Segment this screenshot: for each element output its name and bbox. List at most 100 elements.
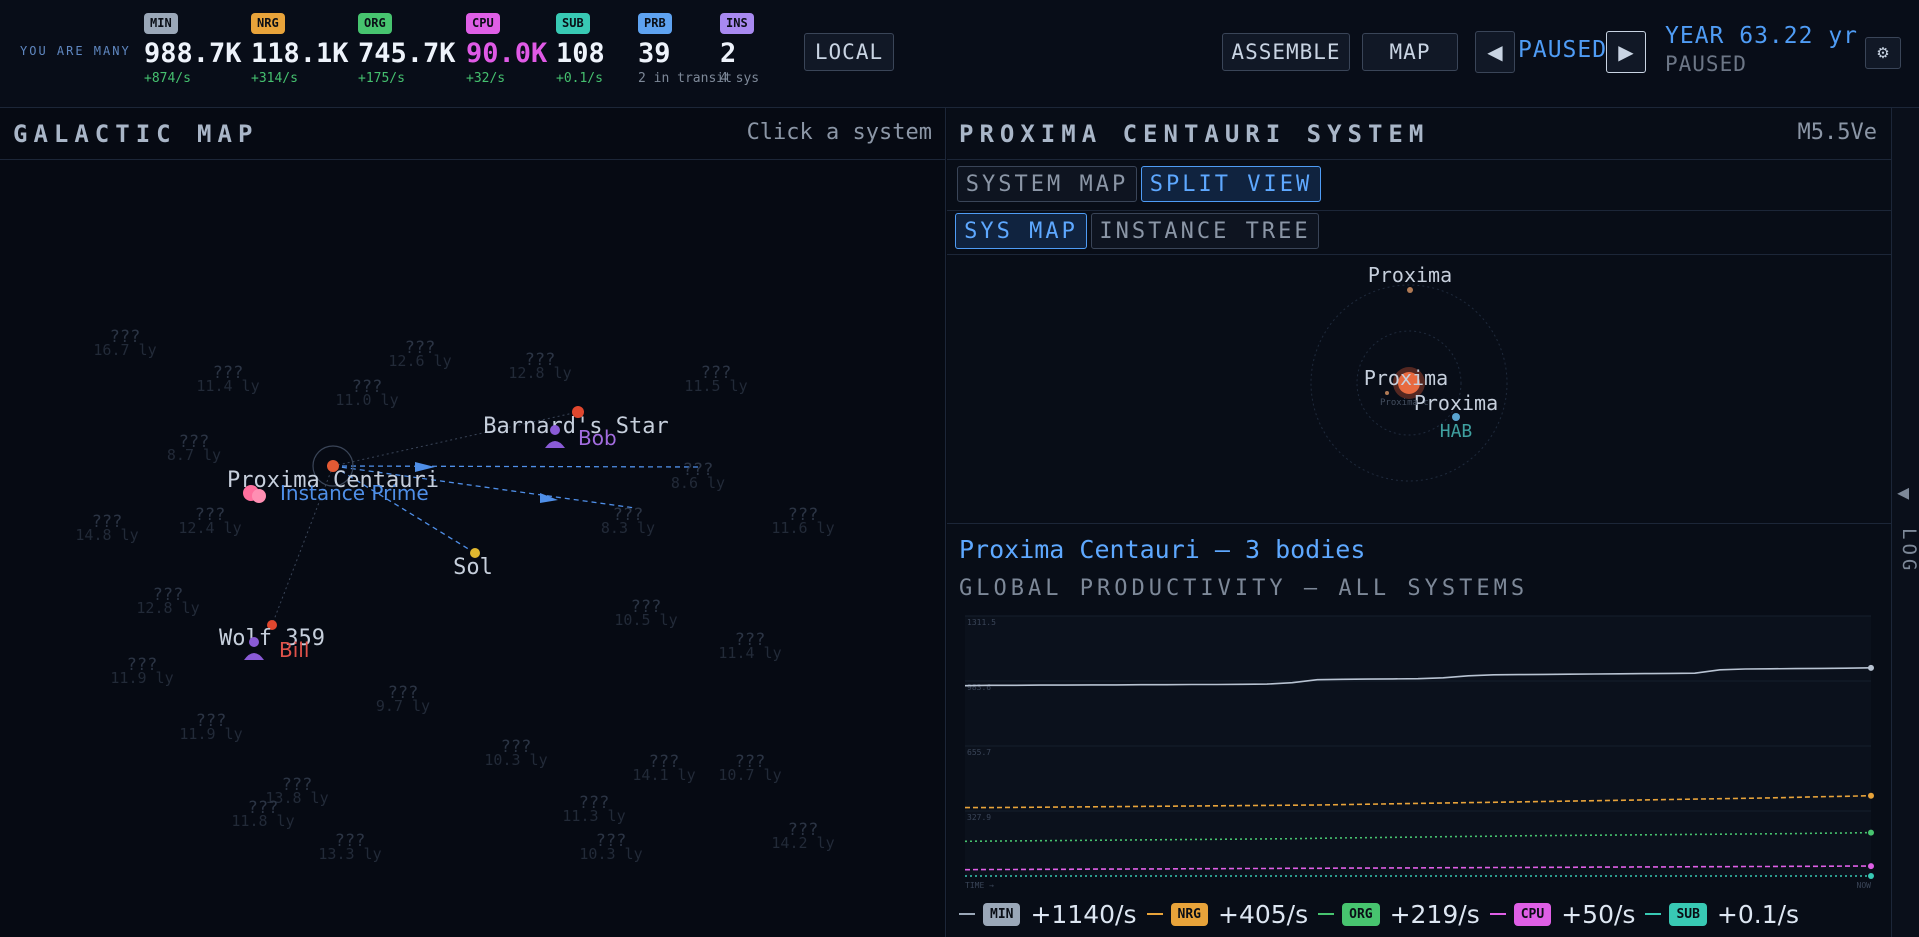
spectral-class: M5.5Ve [1797,120,1877,145]
occupant-label: Bill [279,638,309,662]
planet-icon[interactable] [1407,287,1413,293]
legend-value: +1140/s [1030,899,1137,929]
tab-sys-map[interactable]: SYS MAP [955,213,1087,249]
unknown-system[interactable]: ???11.5 ly [684,363,747,395]
unknown-system[interactable]: ???10.5 ly [614,597,677,629]
galactic-map-title: GALACTIC MAP [13,120,259,148]
unknown-system[interactable]: ???14.1 ly [632,752,695,784]
unknown-system[interactable]: ???10.7 ly [718,752,781,784]
legend-swatch [959,913,975,915]
svg-text:12.8 ly: 12.8 ly [508,364,571,382]
system-label: Barnard's Star [483,414,668,439]
x-axis-label: TIME → [965,881,994,890]
unknown-system[interactable]: ???11.4 ly [196,363,259,395]
series-endpoint-nrg [1868,792,1874,799]
productivity-legend: MIN +1140/s NRG +405/s ORG +219/s CPU +5… [959,896,1809,932]
system-proxima-centauri[interactable]: Proxima Centauri Instance Prime [227,445,439,505]
unknown-system[interactable]: ???8.6 ly [671,460,725,492]
body-label: Proxima [1364,366,1448,390]
tab-split-view[interactable]: SPLIT VIEW [1141,166,1321,202]
unknown-system[interactable]: ???11.9 ly [110,655,173,687]
svg-text:11.3 ly: 11.3 ly [562,807,625,825]
unknown-system[interactable]: ???11.0 ly [335,377,398,409]
series-endpoint-min [1868,664,1874,671]
unknown-system[interactable]: ???12.8 ly [136,585,199,617]
resource-min: MIN 988.7K +874/s [144,12,252,86]
svg-text:8.7 ly: 8.7 ly [167,446,221,464]
series-endpoint-org [1868,829,1874,836]
system-barnards-star[interactable]: Barnard's Star Bob [483,406,669,450]
y-tick-label: 655.7 [967,748,991,757]
unknown-system[interactable]: ???8.7 ly [167,432,221,464]
expand-left-icon[interactable]: ◀ [1897,480,1909,504]
sim-status: PAUSED [1518,37,1608,63]
svg-text:12.4 ly: 12.4 ly [178,519,241,537]
system-wolf-359[interactable]: Wolf 359 Bill [219,620,325,662]
unknown-system[interactable]: ???11.4 ly [718,630,781,662]
unknown-system[interactable]: ???11.3 ly [562,793,625,825]
step-back-icon[interactable]: ◀ [1475,31,1515,73]
y-tick-label: 1311.5 [967,618,996,627]
svg-text:14.1 ly: 14.1 ly [632,766,695,784]
galactic-map-canvas[interactable]: ???16.7 ly ???12.6 ly ???12.8 ly ???11.4… [0,160,946,937]
svg-text:10.5 ly: 10.5 ly [614,611,677,629]
resource-rate: +175/s [358,71,405,86]
legend-badge: NRG [1170,902,1208,926]
year-readout: YEAR 63.22 yr [1665,23,1859,49]
svg-text:11.9 ly: 11.9 ly [110,669,173,687]
unknown-system[interactable]: ???11.6 ly [771,505,834,537]
unknown-system[interactable]: ???12.8 ly [508,350,571,382]
tab-system-map[interactable]: SYSTEM MAP [957,166,1137,202]
svg-text:14.2 ly: 14.2 ly [771,834,834,852]
svg-text:11.8 ly: 11.8 ly [231,812,294,830]
system-title: PROXIMA CENTAURI SYSTEM [959,120,1430,148]
assemble-button[interactable]: ASSEMBLE [1222,33,1350,71]
divider [947,210,1891,211]
unknown-system[interactable]: ???12.4 ly [178,505,241,537]
unknown-system[interactable]: ???8.3 ly [601,505,655,537]
map-button[interactable]: MAP [1362,33,1458,71]
local-button[interactable]: LOCAL [804,33,894,71]
legend-badge: ORG [1342,902,1380,926]
unknown-system[interactable]: ???9.7 ly [376,683,430,715]
unknown-system[interactable]: ???14.8 ly [75,512,138,544]
galactic-map-panel: GALACTIC MAP Click a system ??? 16.7 ly ?… [0,108,946,937]
unknown-system[interactable]: ???14.2 ly [771,820,834,852]
legend-value: +405/s [1218,899,1309,929]
legend-swatch [1489,913,1506,915]
x-axis-end-label: NOW [1857,881,1872,890]
svg-text:11.6 ly: 11.6 ly [771,519,834,537]
svg-text:8.6 ly: 8.6 ly [671,474,725,492]
svg-text:11.9 ly: 11.9 ly [179,725,242,743]
unknown-system[interactable]: ???11.9 ly [179,711,242,743]
unknown-system[interactable]: ???10.3 ly [484,737,547,769]
resource-badge: NRG [251,13,285,34]
resource-badge: ORG [358,13,392,34]
body-label: Proxima [1368,263,1452,287]
svg-text:12.8 ly: 12.8 ly [136,599,199,617]
system-sol[interactable]: Sol [453,548,493,580]
log-drawer-tab[interactable]: ◀ LOG [1891,108,1919,937]
unknown-system[interactable]: ???13.3 ly [318,831,381,863]
resource-rate: +874/s [144,71,191,86]
unknown-system[interactable]: ???10.3 ly [579,831,642,863]
legend-swatch [1146,913,1163,915]
resource-value: 745.7K [358,38,456,69]
settings-gear-icon[interactable]: ⚙ [1865,37,1901,69]
unknown-system[interactable]: ???16.7 ly [93,327,156,359]
planet-icon[interactable] [1385,391,1389,395]
svg-text:13.3 ly: 13.3 ly [318,845,381,863]
system-map-view[interactable]: Proxima Proxima Proxima Proxima c HAB [947,254,1891,524]
resource-rate: +314/s [251,71,298,86]
tab-instance-tree[interactable]: INSTANCE TREE [1091,213,1319,249]
legend-item-nrg: NRG +405/s [1146,899,1309,929]
play-icon[interactable]: ▶ [1606,31,1646,73]
svg-text:10.7 ly: 10.7 ly [718,766,781,784]
svg-text:11.5 ly: 11.5 ly [684,377,747,395]
svg-text:11.0 ly: 11.0 ly [335,391,398,409]
y-tick-label: 327.9 [967,813,991,822]
unknown-system[interactable]: ???12.6 ly [388,338,451,370]
svg-text:14.8 ly: 14.8 ly [75,526,138,544]
resource-value: 988.7K [144,38,242,69]
resource-badge: CPU [466,13,500,34]
